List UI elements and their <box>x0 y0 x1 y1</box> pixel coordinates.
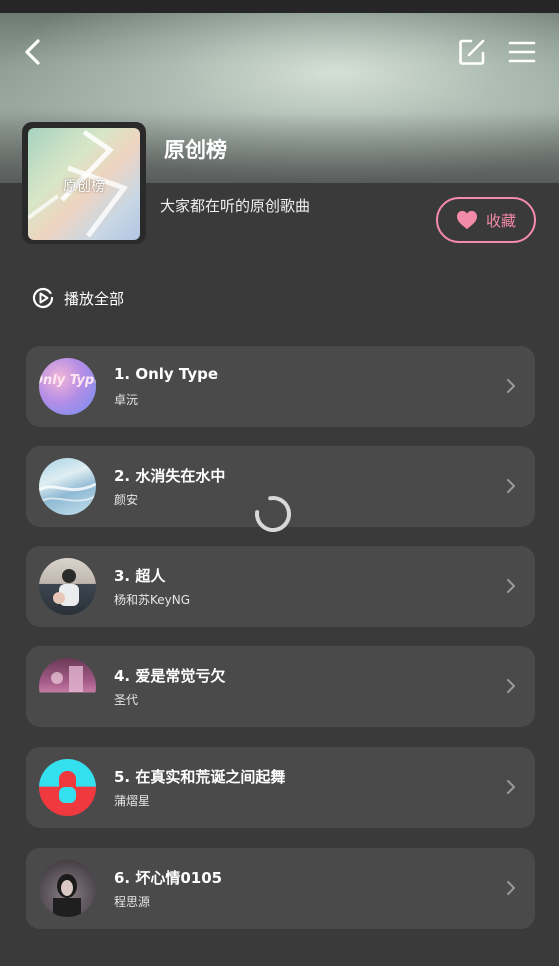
album-art <box>39 482 96 503</box>
song-artist: 程思源 <box>114 895 151 909</box>
song-artist: 颜安 <box>114 493 139 507</box>
status-bar <box>0 0 559 13</box>
song-item[interactable]: Only Type 1. Only Type 卓沅 <box>26 346 535 427</box>
album-art <box>53 874 81 917</box>
cover-art: 原创榜 <box>28 128 140 240</box>
album-art <box>53 569 79 606</box>
loading-spinner-icon <box>255 496 291 532</box>
album-art <box>51 666 83 692</box>
play-all-button[interactable]: 播放全部 <box>32 286 124 310</box>
song-item[interactable]: 6. 坏心情0105 程思源 <box>26 848 535 929</box>
album-art: Only Type <box>39 373 96 388</box>
play-all-label: 播放全部 <box>64 289 125 308</box>
playlist-description: 大家都在听的原创歌曲 <box>160 197 311 215</box>
song-thumbnail <box>39 860 96 917</box>
song-title: 6. 坏心情0105 <box>114 869 223 887</box>
back-arrow-icon <box>25 39 40 65</box>
song-artist: 蒲熠星 <box>114 794 151 808</box>
song-artist: 圣代 <box>114 693 139 707</box>
song-item[interactable]: 3. 超人 杨和苏KeyNG <box>26 546 535 627</box>
song-thumbnail: Only Type <box>39 358 96 415</box>
chevron-right-icon <box>507 379 515 393</box>
chevron-right-icon <box>507 579 515 593</box>
song-artist: 卓沅 <box>114 393 139 407</box>
song-title: 5. 在真实和荒诞之间起舞 <box>114 768 286 786</box>
song-thumbnail <box>39 658 96 715</box>
chevron-right-icon <box>507 479 515 493</box>
song-title: 1. Only Type <box>114 365 219 383</box>
menu-icon <box>508 41 536 63</box>
album-art <box>59 771 76 803</box>
song-thumbnail <box>39 558 96 615</box>
play-circle-icon <box>32 287 54 309</box>
song-title: 2. 水消失在水中 <box>114 467 226 485</box>
chevron-right-icon <box>507 780 515 794</box>
playlist-cover: 原创榜 <box>22 122 146 244</box>
song-title: 4. 爱是常觉亏欠 <box>114 667 226 685</box>
song-artist: 杨和苏KeyNG <box>114 593 191 607</box>
album-art-text: Only Type <box>39 373 96 388</box>
chevron-right-icon <box>507 679 515 693</box>
edit-button[interactable] <box>456 36 488 68</box>
back-button[interactable] <box>18 36 50 68</box>
favorite-label: 收藏 <box>485 211 516 230</box>
song-thumbnail <box>39 759 96 816</box>
menu-button[interactable] <box>506 36 538 68</box>
favorite-button[interactable]: 收藏 <box>436 197 536 243</box>
song-item[interactable]: 4. 爱是常觉亏欠 圣代 <box>26 646 535 727</box>
song-item[interactable]: 5. 在真实和荒诞之间起舞 蒲熠星 <box>26 747 535 828</box>
song-thumbnail <box>39 458 96 515</box>
cover-title: 原创榜 <box>63 179 105 195</box>
song-title: 3. 超人 <box>114 567 166 585</box>
edit-icon <box>459 39 485 65</box>
chevron-right-icon <box>507 881 515 895</box>
page-title: 原创榜 <box>164 138 227 162</box>
heart-icon <box>456 210 477 230</box>
